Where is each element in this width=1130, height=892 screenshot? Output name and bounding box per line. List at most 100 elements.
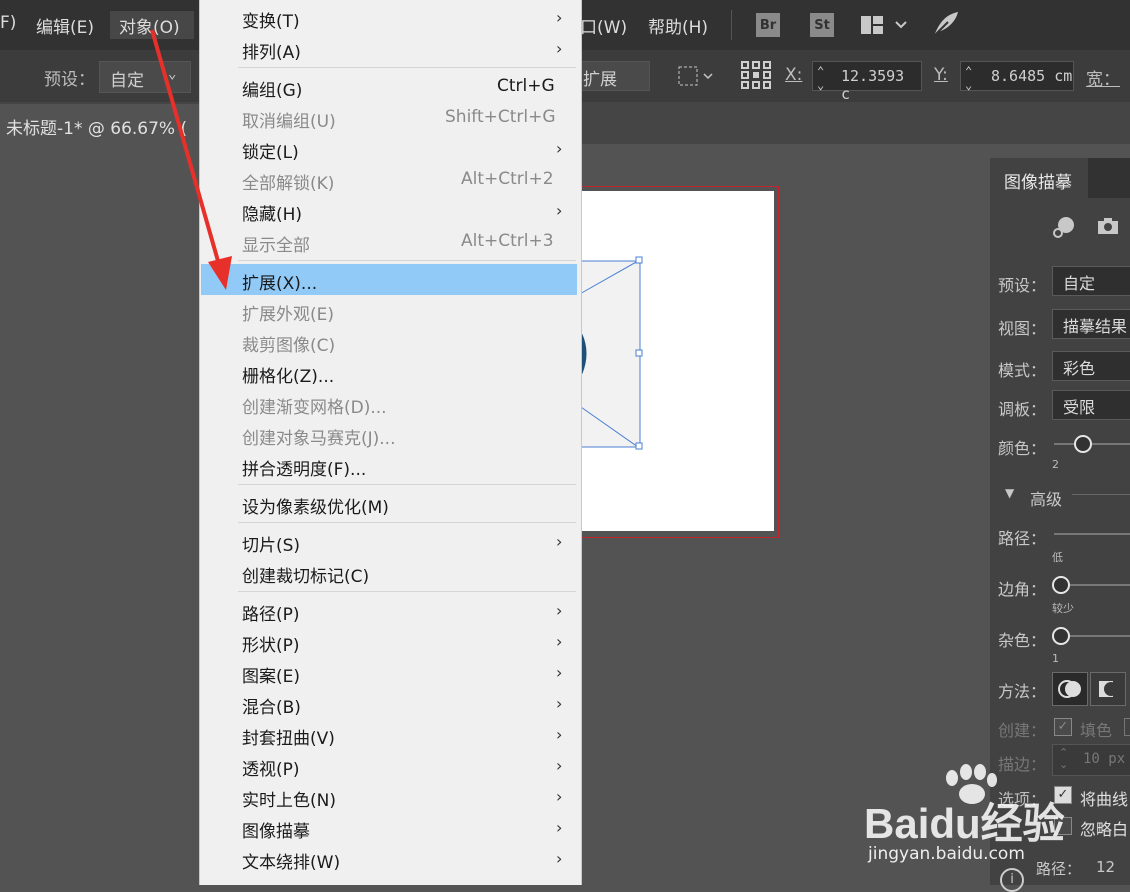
preset-label: 预设： — [44, 70, 95, 90]
menu-file[interactable]: F) — [0, 13, 16, 33]
menubar-divider — [731, 10, 732, 40]
ignore-white-label: 忽略白 — [1080, 820, 1129, 839]
submenu-arrow-icon: › — [556, 849, 563, 868]
stroke-checkbox[interactable] — [1124, 718, 1130, 736]
menu-item-expand-appearance[interactable]: 扩展外观(E) — [242, 300, 334, 325]
workspace-layout-icon[interactable] — [860, 14, 908, 40]
menu-item-arrange[interactable]: 排列(A) — [242, 38, 301, 63]
submenu-arrow-icon: › — [556, 601, 563, 620]
colors-value: 2 — [1052, 458, 1059, 471]
trace-preset-dropdown[interactable]: 自定 — [1052, 266, 1130, 296]
fill-checkbox[interactable]: ✓ — [1054, 718, 1072, 736]
menu-item-ungroup[interactable]: 取消编组(U) — [242, 107, 336, 132]
menu-item-crop-marks[interactable]: 创建裁切标记(C) — [242, 562, 369, 587]
submenu-arrow-icon: › — [556, 818, 563, 837]
create-label: 创建： — [998, 721, 1047, 740]
menu-item-text-wrap[interactable]: 文本绕排(W) — [242, 848, 340, 873]
menu-object[interactable]: 对象(O) — [119, 13, 180, 38]
menu-item-hide[interactable]: 隐藏(H) — [242, 200, 302, 225]
chevron-down-icon: ⌄ — [168, 66, 177, 82]
x-value: 12.3593 c — [841, 67, 905, 103]
stepper-icon[interactable]: ⌃ ⌄ — [965, 64, 972, 92]
menu-item-pattern[interactable]: 图案(E) — [242, 662, 300, 687]
menu-item-pixel-perfect[interactable]: 设为像素级优化(M) — [242, 493, 389, 518]
method-overlapping-button[interactable] — [1090, 672, 1126, 706]
mode-value: 彩色 — [1063, 359, 1096, 378]
stepper-icon[interactable]: ⌃ ⌄ — [817, 64, 824, 92]
y-value: 8.6485 cm — [991, 67, 1073, 85]
menu-item-image-trace[interactable]: 图像描摹 — [242, 817, 310, 842]
paths-slider[interactable] — [1054, 533, 1130, 535]
menu-item-lock[interactable]: 锁定(L) — [242, 138, 299, 163]
menu-item-gradient-mesh[interactable]: 创建渐变网格(D)... — [242, 393, 387, 418]
x-label: X: — [785, 65, 803, 85]
preset-dropdown[interactable]: 自定 ⌄ — [99, 61, 191, 93]
menu-item-live-paint[interactable]: 实时上色(N) — [242, 786, 336, 811]
watermark-url: jingyan.baidu.com — [868, 844, 1025, 864]
corners-slider-handle[interactable] — [1052, 576, 1070, 594]
divider — [1072, 494, 1130, 495]
transform-icon[interactable] — [676, 64, 716, 92]
menu-item-slice[interactable]: 切片(S) — [242, 531, 300, 556]
abutting-method-icon — [1058, 680, 1081, 698]
x-field[interactable]: ⌃ ⌄ 12.3593 c — [812, 61, 922, 103]
mode-dropdown[interactable]: 彩色 — [1052, 351, 1130, 381]
menu-item-show-all[interactable]: 显示全部 — [242, 231, 310, 256]
menu-separator — [238, 260, 576, 261]
expand-button-label: 扩展 — [583, 70, 617, 90]
reference-point-icon[interactable] — [740, 60, 772, 94]
colors-slider-handle[interactable] — [1074, 435, 1092, 453]
noise-slider-handle[interactable] — [1052, 627, 1070, 645]
menu-separator — [238, 522, 576, 523]
menu-item-perspective[interactable]: 透视(P) — [242, 755, 300, 780]
menu-item-object-mosaic[interactable]: 创建对象马赛克(J)... — [242, 424, 396, 449]
auto-color-preset-icon[interactable] — [1052, 214, 1078, 242]
menu-item-group[interactable]: 编组(G) — [242, 76, 302, 101]
menu-separator — [238, 484, 576, 485]
trace-preset-label: 预设： — [998, 276, 1047, 295]
y-field[interactable]: ⌃ ⌄ 8.6485 cm — [960, 61, 1074, 92]
menu-item-flatten-transparency[interactable]: 拼合透明度(F)... — [242, 455, 366, 480]
advanced-label: 高级 — [1030, 490, 1063, 509]
colors-slider[interactable] — [1054, 443, 1130, 445]
stock-icon[interactable]: St — [810, 13, 834, 37]
menu-edit[interactable]: 编辑(E) — [36, 13, 94, 38]
submenu-arrow-icon: › — [556, 694, 563, 713]
colors-label: 颜色： — [998, 439, 1047, 458]
panel-tab-title: 图像描摹 — [1004, 173, 1072, 193]
shortcut-show-all: Alt+Ctrl+3 — [461, 231, 554, 251]
menu-help[interactable]: 帮助(H) — [648, 13, 708, 38]
palette-dropdown[interactable]: 受限 — [1052, 390, 1130, 420]
menu-item-unlock-all[interactable]: 全部解锁(K) — [242, 169, 334, 194]
expand-button[interactable]: 扩展 — [578, 61, 650, 91]
menu-item-rasterize[interactable]: 栅格化(Z)... — [242, 362, 334, 387]
menu-item-path[interactable]: 路径(P) — [242, 600, 300, 625]
menu-separator — [238, 67, 576, 68]
menu-window[interactable]: 口(W) — [580, 13, 627, 38]
submenu-arrow-icon: › — [556, 201, 563, 220]
method-label: 方法： — [998, 682, 1047, 701]
menu-item-envelope-distort[interactable]: 封套扭曲(V) — [242, 724, 335, 749]
corners-sub: 较少 — [1052, 602, 1074, 615]
submenu-arrow-icon: › — [556, 756, 563, 775]
menu-item-shape[interactable]: 形状(P) — [242, 631, 300, 656]
menu-item-blend[interactable]: 混合(B) — [242, 693, 301, 718]
baidu-watermark: Baidu经验 jingyan.baidu.com — [864, 764, 1074, 884]
menu-item-crop-image[interactable]: 裁剪图像(C) — [242, 331, 335, 356]
trace-preset-value: 自定 — [1063, 274, 1096, 293]
shortcut-group: Ctrl+G — [497, 76, 555, 96]
method-abutting-button[interactable] — [1052, 672, 1088, 706]
y-label: Y: — [934, 65, 948, 85]
disclosure-triangle-icon[interactable]: ▼ — [1005, 486, 1014, 500]
panel-tab[interactable]: 图像描摹 — [990, 158, 1088, 198]
feather-icon[interactable] — [930, 10, 960, 42]
stroke-value: 10 px — [1083, 751, 1126, 767]
menu-item-expand[interactable]: 扩展(X)... — [242, 269, 317, 294]
view-dropdown[interactable]: 描摹结果 — [1052, 309, 1130, 339]
document-tab[interactable]: 未标题-1* @ 66.67% ( — [0, 104, 210, 144]
bridge-icon[interactable]: Br — [756, 13, 780, 37]
menu-item-transform[interactable]: 变换(T) — [242, 7, 300, 32]
submenu-arrow-icon: › — [556, 139, 563, 158]
camera-icon[interactable] — [1096, 216, 1120, 240]
submenu-arrow-icon: › — [556, 632, 563, 651]
